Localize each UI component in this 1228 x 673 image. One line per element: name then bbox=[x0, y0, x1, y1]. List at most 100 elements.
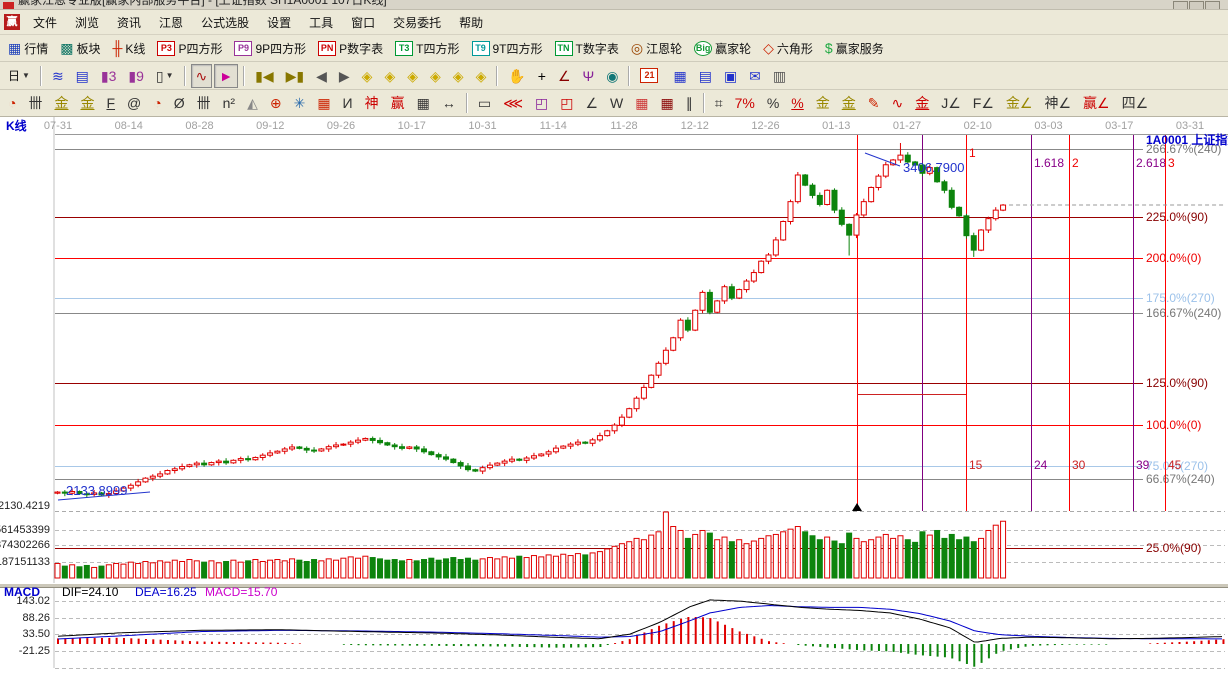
email-icon[interactable]: ✉ bbox=[744, 64, 766, 88]
first-bar-icon-glyph: ▮◀ bbox=[255, 68, 273, 84]
gold-grid2-icon[interactable]: 金 bbox=[75, 91, 99, 115]
fan-box-red-icon[interactable]: ◰ bbox=[555, 91, 578, 115]
printer-icon[interactable]: ▥ bbox=[768, 64, 791, 88]
sectors-button[interactable]: ▩板块 bbox=[55, 36, 105, 60]
prev-bar-icon[interactable]: ◀ bbox=[311, 64, 332, 88]
calculator-icon[interactable]: ▦ bbox=[668, 64, 691, 88]
expand-left-icon[interactable]: ◈ bbox=[357, 64, 378, 88]
scale-bars-icon[interactable]: ⌗ bbox=[710, 91, 728, 115]
menu-item-8[interactable]: 交易委托 bbox=[384, 11, 450, 34]
menu-item-2[interactable]: 资讯 bbox=[108, 11, 150, 34]
gold-grid-icon[interactable]: 金 bbox=[49, 91, 73, 115]
next-bar-icon[interactable]: ▶ bbox=[334, 64, 355, 88]
f-angle-icon[interactable]: F∠ bbox=[968, 91, 999, 115]
crosshair-icon[interactable]: + bbox=[533, 64, 551, 88]
menu-item-9[interactable]: 帮助 bbox=[450, 11, 492, 34]
zoom-all-icon[interactable]: ◈ bbox=[471, 64, 492, 88]
winner-service-button[interactable]: $赢家服务 bbox=[820, 36, 889, 60]
pie-tool-icon[interactable]: ◔ bbox=[3, 91, 21, 115]
info-panel-icon[interactable]: ▤ bbox=[71, 64, 94, 88]
period-day-button[interactable]: 日▼ bbox=[3, 64, 35, 88]
winner-wheel-button[interactable]: Big赢家轮 bbox=[689, 36, 756, 60]
expand-right-icon[interactable]: ◈ bbox=[379, 64, 400, 88]
zoom-out-icon[interactable]: ◈ bbox=[448, 64, 469, 88]
angle-lines-icon[interactable]: ∠ bbox=[580, 91, 603, 115]
shen-angle-icon[interactable]: 神∠ bbox=[1039, 91, 1076, 115]
t-square-button[interactable]: T3T四方形 bbox=[390, 36, 464, 60]
gold-circle-icon[interactable]: 金 bbox=[811, 91, 835, 115]
gold-underline-icon[interactable]: 金 bbox=[910, 91, 934, 115]
grid-dark-icon[interactable]: ▦ bbox=[655, 91, 678, 115]
hand-tool-icon[interactable]: ✋ bbox=[503, 64, 530, 88]
ying-grid-icon[interactable]: 赢 bbox=[386, 91, 410, 115]
kline-button[interactable]: ╫K线 bbox=[108, 36, 151, 60]
brush-tool-icon[interactable]: ◔ bbox=[148, 91, 166, 115]
menu-item-6[interactable]: 工具 bbox=[300, 11, 342, 34]
gold-angle-icon[interactable]: 金∠ bbox=[1001, 91, 1038, 115]
t9-square-button[interactable]: T99T四方形 bbox=[467, 36, 548, 60]
density-ticks-icon[interactable]: 卌 bbox=[192, 91, 216, 115]
j-angle-icon[interactable]: J∠ bbox=[936, 91, 966, 115]
pencil-bars-icon[interactable]: ✎ bbox=[863, 91, 885, 115]
close-button[interactable] bbox=[1205, 1, 1220, 10]
gauge-circle-icon[interactable]: Ø bbox=[169, 91, 190, 115]
menu-item-4[interactable]: 公式选股 bbox=[192, 11, 258, 34]
parallel-lines-icon[interactable]: ∥ bbox=[681, 91, 698, 115]
gann-wheel-button[interactable]: ◎江恩轮 bbox=[626, 36, 687, 60]
maximize-button[interactable] bbox=[1189, 1, 1204, 10]
p-table-button[interactable]: PNP数字表 bbox=[313, 36, 388, 60]
percent-icon[interactable]: % bbox=[762, 91, 784, 115]
target-cross-icon[interactable]: ⊕ bbox=[265, 91, 287, 115]
percent-lines-icon[interactable]: % bbox=[786, 91, 808, 115]
minimize-button[interactable] bbox=[1173, 1, 1188, 10]
n2-icon[interactable]: n² bbox=[218, 91, 240, 115]
hexagon-button[interactable]: ◇六角形 bbox=[758, 36, 818, 60]
star-circle-icon[interactable]: ✳ bbox=[289, 91, 311, 115]
save-icon[interactable]: ▣ bbox=[719, 64, 742, 88]
profile-icon[interactable]: ► bbox=[214, 64, 238, 88]
analysis-icon[interactable]: ◉ bbox=[601, 64, 623, 88]
shen-grid-icon[interactable]: 神 bbox=[360, 91, 384, 115]
tick-grid-icon[interactable]: 卌 bbox=[23, 91, 47, 115]
fan-lines-icon[interactable]: ⋘ bbox=[498, 91, 528, 115]
p-square-button[interactable]: P3P四方形 bbox=[152, 36, 227, 60]
notepad-icon[interactable]: ▤ bbox=[694, 64, 717, 88]
k-quote-icon[interactable]: И bbox=[338, 91, 358, 115]
zoom-all-icon-glyph: ◈ bbox=[476, 68, 487, 84]
menu-item-1[interactable]: 浏览 bbox=[66, 11, 108, 34]
gold-lines-icon[interactable]: 金 bbox=[837, 91, 861, 115]
net-box-icon[interactable]: ▦ bbox=[312, 91, 335, 115]
kline-3-icon[interactable]: ▮3 bbox=[96, 64, 122, 88]
angle-tool-icon[interactable]: ∠ bbox=[553, 64, 576, 88]
vee-lines-icon[interactable]: W bbox=[605, 91, 628, 115]
si-angle-icon[interactable]: 四∠ bbox=[1117, 91, 1154, 115]
candle-style-button[interactable]: ▯▼ bbox=[151, 64, 179, 88]
first-bar-icon[interactable]: ▮◀ bbox=[250, 64, 278, 88]
compress-h-icon[interactable]: ◈ bbox=[402, 64, 423, 88]
spiral-icon[interactable]: @ bbox=[122, 91, 146, 115]
p9-square-button[interactable]: P99P四方形 bbox=[229, 36, 311, 60]
kline-9-icon[interactable]: ▮9 bbox=[123, 64, 149, 88]
grid-red-icon[interactable]: ▦ bbox=[630, 91, 653, 115]
percent7-icon[interactable]: 7% bbox=[730, 91, 760, 115]
mirror-icon[interactable]: ◭ bbox=[242, 91, 263, 115]
gann-line-icon[interactable]: ∿ bbox=[191, 64, 213, 88]
calendar-icon[interactable]: 21 bbox=[635, 64, 666, 88]
f-grid-icon[interactable]: F bbox=[101, 91, 120, 115]
compress-v-icon[interactable]: ◈ bbox=[425, 64, 446, 88]
trend-overlay-icon[interactable]: ≋ bbox=[47, 64, 69, 88]
box-tool-icon[interactable]: ▭ bbox=[473, 91, 496, 115]
last-bar-icon[interactable]: ▶▮ bbox=[281, 64, 309, 88]
wave-gold-icon[interactable]: ∿ bbox=[886, 91, 908, 115]
menu-item-7[interactable]: 窗口 bbox=[342, 11, 384, 34]
menu-item-5[interactable]: 设置 bbox=[258, 11, 300, 34]
span-arrow-icon[interactable]: ↔ bbox=[437, 91, 461, 115]
fan-box-purple-icon[interactable]: ◰ bbox=[530, 91, 553, 115]
menu-item-3[interactable]: 江恩 bbox=[150, 11, 192, 34]
quotes-button[interactable]: ▦行情 bbox=[3, 36, 53, 60]
ying-angle-icon[interactable]: 赢∠ bbox=[1078, 91, 1115, 115]
gann-costume-icon[interactable]: Ψ bbox=[578, 64, 600, 88]
menu-item-0[interactable]: 文件 bbox=[24, 11, 66, 34]
ruler123-icon[interactable]: ▦ bbox=[412, 91, 435, 115]
t-table-button[interactable]: TNT数字表 bbox=[550, 36, 624, 60]
